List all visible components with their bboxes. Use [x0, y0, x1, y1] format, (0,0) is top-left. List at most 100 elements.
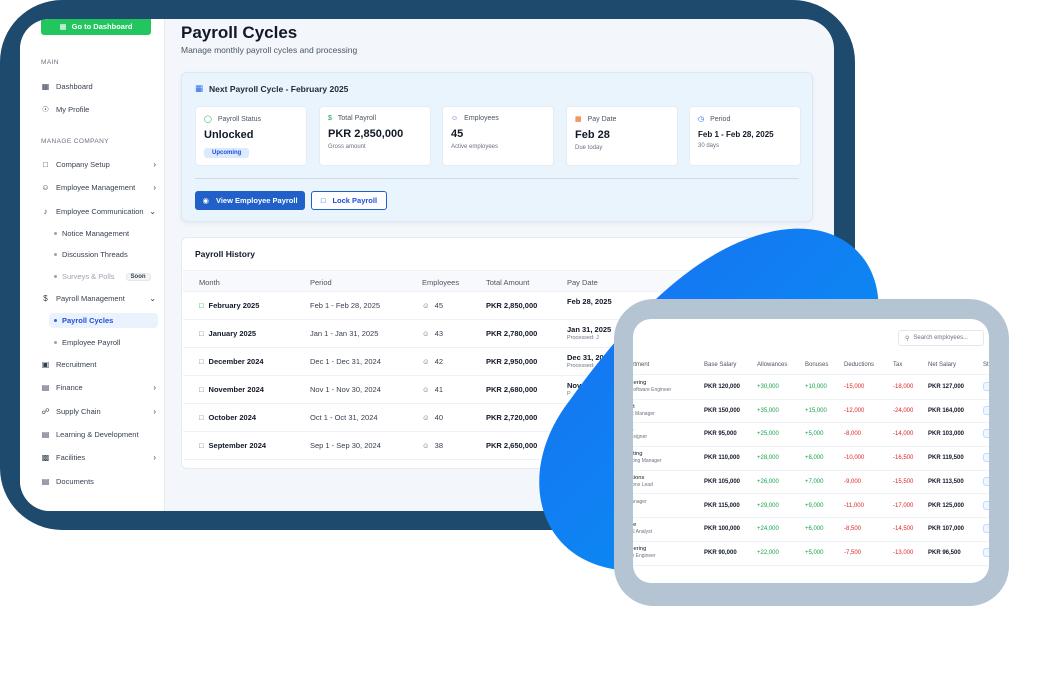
bell-icon: ♪: [43, 207, 48, 216]
pay-date-cell: Feb 28, 2025: [567, 297, 612, 307]
deductions-cell: -7,500: [844, 549, 862, 556]
cart-icon: ☍: [41, 407, 50, 416]
period-cell: Dec 1 - Dec 31, 2024: [310, 357, 381, 366]
allowances-cell: +24,000: [757, 526, 779, 533]
month-cell: □ October 2024: [199, 413, 256, 422]
month-value: November 2024: [208, 385, 264, 394]
table-row[interactable]: rationsations Lead PKR 105,000 +26,000 +7,0…: [633, 471, 989, 495]
sidebar-subitem-discussion-threads[interactable]: Discussion Threads: [54, 247, 128, 262]
sidebar-item-label: My Profile: [56, 105, 90, 114]
period-cell: Jan 1 - Jan 31, 2025: [310, 329, 379, 338]
users-icon: ☺: [422, 357, 430, 366]
department-value: rations: [633, 474, 645, 481]
deductions-cell: -9,000: [844, 478, 862, 485]
amount-cell: PKR 2,680,000: [486, 385, 538, 394]
search-placeholder: Search employees...: [913, 335, 969, 341]
column-header: artment: [633, 362, 650, 368]
allowances-cell: +26,000: [757, 478, 779, 485]
period-cell: Sep 1 - Sep 30, 2024: [310, 441, 381, 450]
sidebar-item-payroll-management[interactable]: $ Payroll Management ⌄: [41, 291, 156, 306]
lock-icon: □: [199, 329, 204, 338]
column-header: Bonuses: [805, 362, 829, 368]
clock-icon: ◷: [698, 116, 705, 123]
lock-payroll-button[interactable]: □ Lock Payroll: [311, 191, 387, 210]
sidebar-subitem-payroll-cycles[interactable]: Payroll Cycles: [49, 313, 158, 328]
sidebar-item-employee-communication[interactable]: ♪ Employee Communication ⌄: [41, 204, 157, 219]
role-value: keting Manager: [633, 458, 662, 465]
month-cell: □ January 2025: [199, 329, 256, 338]
sidebar-item-label: Learning & Development: [56, 430, 139, 439]
table-row[interactable]: neeringr Software Engineer PKR 120,000 +30…: [633, 376, 989, 400]
department-cell: gnDesigner: [633, 427, 647, 441]
base-salary-cell: PKR 90,000: [704, 549, 737, 556]
tax-cell: -24,000: [893, 407, 914, 414]
department-value: uct: [633, 404, 655, 411]
sidebar-item-label: Dashboard: [56, 82, 93, 91]
sidebar-item-employee-management[interactable]: ☺ Employee Management ›: [41, 180, 156, 195]
chevron-down-icon: ⌄: [149, 294, 156, 303]
sidebar-item-label: Recruitment: [56, 360, 97, 369]
table-row[interactable]: neeringare Engineer PKR 90,000 +22,000 +5,0…: [633, 542, 989, 566]
net-salary-cell: PKR 96,500: [928, 549, 961, 556]
table-row[interactable]: ketingketing Manager PKR 110,000 +28,000 +8…: [633, 447, 989, 471]
calculator-icon: ▤: [41, 383, 50, 392]
table-row[interactable]: gnDesigner PKR 95,000 +25,000 +5,000 -8,000 -…: [633, 423, 989, 448]
view-employee-payroll-button[interactable]: ◉ View Employee Payroll: [195, 191, 305, 210]
column-header: St: [983, 362, 989, 368]
sidebar-item-company-setup[interactable]: □ Company Setup ›: [41, 157, 156, 172]
soon-badge: Soon: [125, 272, 151, 281]
sidebar-item-dashboard[interactable]: ▦ Dashboard: [41, 79, 156, 94]
status-badge: [983, 476, 989, 486]
stat-value: Feb 28: [575, 129, 610, 141]
base-salary-cell: PKR 115,000: [704, 502, 740, 509]
calendar-icon: ▦: [195, 83, 204, 93]
sidebar-item-recruitment[interactable]: ▣ Recruitment: [41, 357, 156, 372]
column-header: Tax: [893, 362, 903, 368]
employees-cell: ☺ 43: [422, 329, 443, 338]
net-salary-cell: PKR 125,000: [928, 502, 965, 509]
go-to-dashboard-button[interactable]: ▦ Go to Dashboard: [41, 19, 151, 35]
table-row[interactable]: ncecial Analyst PKR 100,000 +24,000 +6,000 -…: [633, 518, 989, 542]
table-row[interactable]: uctuct Manager PKR 150,000 +35,000 +15,000 -…: [633, 400, 989, 424]
status-badge: [983, 524, 989, 534]
sidebar-subitem-employee-payroll[interactable]: Employee Payroll: [54, 335, 120, 350]
table-row[interactable]: Manager PKR 115,000 +29,000 +9,000 -11,000 -1…: [633, 495, 989, 519]
sidebar-subitem-notice-management[interactable]: Notice Management: [54, 226, 129, 241]
sidebar-item-documents[interactable]: ▤ Documents: [41, 474, 156, 489]
sidebar-subitem-label: Payroll Cycles: [62, 316, 114, 325]
role-value: are Engineer: [633, 552, 656, 559]
next-cycle-title: Next Payroll Cycle - February 2025: [209, 83, 349, 94]
sidebar-item-finance[interactable]: ▤ Finance ›: [41, 380, 156, 395]
history-table-header: Month Period Employees Total Amount Pay …: [183, 270, 811, 292]
pay-date-value: Feb 28, 2025: [567, 297, 612, 306]
amount-cell: PKR 2,850,000: [486, 301, 538, 310]
sidebar-item-supply-chain[interactable]: ☍ Supply Chain ›: [41, 404, 156, 419]
amount-cell: PKR 2,950,000: [486, 357, 538, 366]
book-icon: ▤: [41, 430, 50, 439]
sidebar-item-my-profile[interactable]: ☉ My Profile: [41, 102, 156, 117]
allowances-cell: +22,000: [757, 549, 779, 556]
search-input[interactable]: ⚲ Search employees...: [898, 330, 984, 346]
sidebar-item-learning-development[interactable]: ▤ Learning & Development: [41, 427, 156, 442]
users-icon: ☺: [422, 329, 430, 338]
net-salary-cell: PKR 103,000: [928, 431, 965, 438]
next-cycle-title-row: ▦ Next Payroll Cycle - February 2025: [195, 83, 348, 94]
bullet-icon: [54, 319, 57, 322]
month-value: February 2025: [208, 301, 260, 310]
tax-cell: -13,000: [893, 549, 914, 556]
stat-label: Pay Date: [587, 115, 617, 123]
tax-cell: -15,500: [893, 478, 914, 485]
employees-value: 43: [434, 329, 444, 338]
sidebar-item-label: Documents: [56, 477, 94, 486]
user-icon: ☉: [41, 105, 50, 114]
bullet-icon: [54, 341, 57, 344]
employees-value: 45: [434, 301, 444, 310]
status-badge: [983, 405, 989, 415]
tax-cell: -14,500: [893, 526, 914, 533]
users-icon: ☺: [41, 183, 50, 192]
tax-cell: -17,000: [893, 502, 914, 509]
sidebar-item-facilities[interactable]: ▩ Facilities ›: [41, 450, 156, 465]
building-icon: ▩: [41, 453, 50, 462]
status-badge: [983, 382, 989, 391]
department-cell: Manager: [633, 499, 647, 506]
